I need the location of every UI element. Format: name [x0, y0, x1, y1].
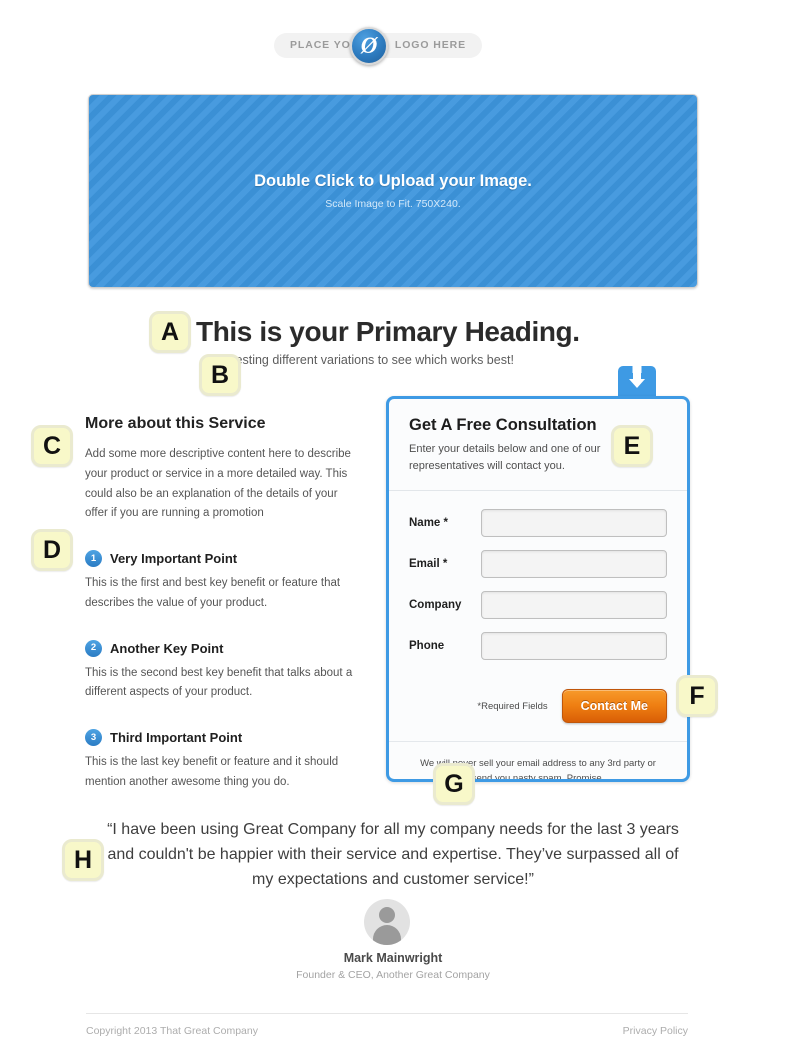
service-section-title: More about this Service — [85, 415, 266, 432]
field-row-name: Name * — [409, 509, 667, 537]
benefit-point-2-body: This is the second best key benefit that… — [85, 666, 353, 699]
field-row-email: Email * — [409, 550, 667, 578]
download-arrow-icon[interactable] — [618, 366, 656, 400]
required-fields-note: *Required Fields — [477, 700, 548, 712]
avatar-body — [373, 925, 401, 945]
number-badge-1: 1 — [85, 550, 102, 568]
hero-upload-label: Double Click to Upload your Image. — [254, 172, 532, 190]
hero-image-upload-area[interactable]: Double Click to Upload your Image. Scale… — [88, 94, 698, 288]
email-field-label: Email * — [409, 558, 448, 570]
benefit-point-3-head: 3 Third Important Point — [85, 729, 355, 747]
annotation-badge-g: G — [433, 763, 475, 805]
hero-upload-hint: Scale Image to Fit. 750X240. — [325, 198, 461, 210]
annotation-badge-b: B — [199, 354, 241, 396]
logo-right-label: LOGO HERE — [394, 39, 466, 52]
annotation-badge-h: H — [62, 839, 104, 881]
field-row-company: Company — [409, 591, 667, 619]
benefit-point-1-body: This is the first and best key benefit o… — [85, 577, 341, 609]
field-row-phone: Phone — [409, 632, 667, 660]
benefit-point-1: 1 Very Important Point This is the first… — [85, 550, 355, 614]
annotation-badge-f: F — [676, 675, 718, 717]
name-field-label: Name * — [409, 517, 448, 529]
unbounce-logo-icon[interactable]: Ø — [350, 27, 388, 65]
service-section-body: Add some more descriptive content here t… — [85, 448, 351, 520]
form-fields: Name * Email * Company Phone — [389, 491, 687, 679]
benefit-point-3-body: This is the last key benefit or feature … — [85, 756, 339, 788]
page-footer: Copyright 2013 That Great Company Privac… — [86, 1025, 688, 1037]
landing-page: PLACE YOUR LOGO HERE Ø Double Click to U… — [0, 0, 786, 1063]
phone-field-label: Phone — [409, 640, 445, 652]
service-info-column: More about this Service Add some more de… — [85, 415, 355, 793]
annotation-badge-d: D — [31, 529, 73, 571]
phone-field[interactable] — [481, 632, 667, 660]
email-field[interactable] — [481, 550, 667, 578]
person-avatar-icon — [364, 899, 410, 945]
avatar-head — [379, 907, 395, 923]
privacy-policy-link[interactable]: Privacy Policy — [623, 1025, 688, 1037]
page-subtitle: Try testing different variations to see … — [211, 353, 514, 367]
benefit-point-3-title: Third Important Point — [110, 730, 243, 746]
benefit-point-2-head: 2 Another Key Point — [85, 639, 355, 657]
logo-glyph: Ø — [360, 32, 378, 58]
name-field[interactable] — [481, 509, 667, 537]
number-badge-2: 2 — [85, 639, 102, 657]
annotation-badge-c: C — [31, 425, 73, 467]
form-actions: *Required Fields Contact Me — [389, 679, 687, 741]
testimonial-author-name: Mark Mainwright — [343, 951, 443, 965]
form-description: Enter your details below and one of our … — [409, 443, 601, 472]
benefit-point-3: 3 Third Important Point This is the last… — [85, 729, 355, 793]
annotation-badge-a: A — [149, 311, 191, 353]
footer-divider — [86, 1013, 688, 1014]
testimonial-quote: “I have been using Great Company for all… — [107, 821, 679, 888]
annotation-badge-e: E — [611, 425, 653, 467]
page-title: This is your Primary Heading. — [196, 316, 580, 347]
arrow-tip — [629, 379, 645, 388]
contact-me-button[interactable]: Contact Me — [561, 689, 667, 723]
company-field-label: Company — [409, 599, 462, 611]
company-field[interactable] — [481, 591, 667, 619]
testimonial-author-role: Founder & CEO, Another Great Company — [296, 969, 490, 981]
footer-copyright: Copyright 2013 That Great Company — [86, 1025, 258, 1037]
benefit-point-2: 2 Another Key Point This is the second b… — [85, 639, 355, 704]
benefit-point-1-title: Very Important Point — [110, 551, 238, 567]
number-badge-3: 3 — [85, 729, 102, 747]
benefit-point-2-title: Another Key Point — [110, 640, 224, 656]
benefit-point-1-head: 1 Very Important Point — [85, 550, 355, 568]
